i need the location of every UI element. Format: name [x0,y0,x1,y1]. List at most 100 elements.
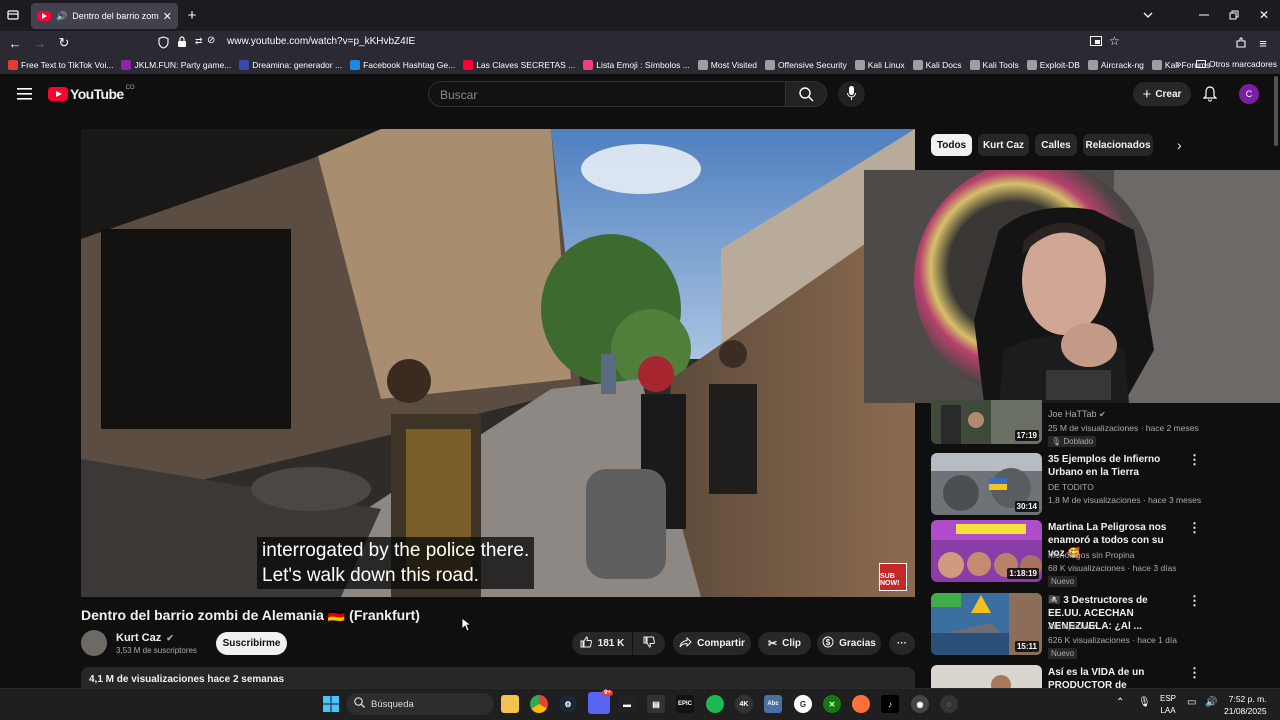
epic-games-icon[interactable]: EPIC [676,695,694,713]
related-thumbnail-5[interactable] [931,665,1042,688]
restore-window-icon[interactable] [1227,8,1241,22]
windows-start-icon[interactable] [323,696,339,717]
video-player[interactable] [81,129,915,597]
chips-next-chevron-icon[interactable]: › [1177,137,1182,153]
subscribe-now-watermark[interactable]: SUB NOW! [879,563,907,591]
search-input[interactable]: Buscar [428,81,786,107]
channel-avatar[interactable] [81,630,107,656]
other-bookmarks[interactable]: Otros marcadores [1196,59,1277,69]
obs-studio-icon[interactable]: ◉ [911,695,929,713]
related-title-2[interactable]: 35 Ejemplos de Infierno Urbano en la Tie… [1048,453,1178,479]
list-all-tabs-chevron-icon[interactable] [1141,8,1155,22]
network-icon[interactable]: ▭ [1187,697,1196,708]
related-thumbnail-3[interactable]: 1:18:19 [931,520,1042,582]
shield-icon[interactable] [158,36,169,52]
create-button[interactable]: + Crear [1133,82,1191,106]
new-tab-icon[interactable]: + [185,7,199,24]
discord-icon[interactable]: 9+ [588,690,613,714]
spotify-icon[interactable] [706,695,724,713]
guide-menu-icon[interactable] [17,87,32,100]
search-button[interactable] [785,81,827,107]
volume-icon[interactable]: 🔊 [1205,697,1217,708]
clip-button[interactable]: ✂ Clip [758,632,811,655]
bookmark-item[interactable]: Dreamina: generador ... [239,60,342,70]
more-bookmarks-chevron-icon[interactable]: » [1176,59,1182,70]
bookmark-item[interactable]: Kali Linux [854,60,905,70]
permissions-icon[interactable]: ⇄ [195,36,203,47]
voice-search-button[interactable] [838,81,865,107]
related-channel-2[interactable]: DE TODITO [1048,482,1094,492]
firefox-icon[interactable] [852,695,870,713]
github-desktop-icon[interactable]: G [794,695,812,713]
bookmark-item[interactable]: Kali Docs [912,60,962,70]
share-button[interactable]: Compartir [673,632,751,655]
related-title-5[interactable]: Así es la VIDA de un PRODUCTOR de MAR1HU… [1048,666,1178,688]
dislike-button[interactable] [633,632,665,655]
chip-calles[interactable]: Calles [1035,134,1077,156]
bookmark-item[interactable]: Offensive Security [764,60,847,70]
picture-in-picture-icon[interactable] [1090,36,1102,50]
close-window-icon[interactable]: ✕ [1257,8,1271,22]
chip-relacionados[interactable]: Relacionados [1083,134,1153,156]
speaker-icon[interactable]: 🔊 [56,11,67,22]
page-scrollbar[interactable] [1274,76,1278,146]
lock-icon[interactable] [177,36,187,51]
related-thumbnail-4[interactable]: 15:11 [931,593,1042,655]
tiktok-icon[interactable]: ♪ [881,695,899,713]
related-menu-icon[interactable]: ⋮ [1188,452,1201,468]
menu-hamburger-icon[interactable]: ≡ [1256,36,1270,51]
account-avatar[interactable]: C [1239,84,1259,104]
forward-arrow-icon[interactable]: → [33,36,47,51]
chrome-icon[interactable] [530,695,548,713]
notifications-bell-icon[interactable] [1202,86,1218,107]
chip-todos[interactable]: Todos [931,134,972,156]
bookmark-item[interactable]: Free Text to TikTok Voi... [8,60,113,70]
close-tab-icon[interactable]: ✕ [163,10,172,23]
thanks-button[interactable]: $ Gracias [817,632,881,655]
app-tray-icon[interactable]: ◌ [940,695,958,713]
related-thumbnail-2[interactable]: 30:14 [931,453,1042,515]
file-explorer-icon[interactable] [501,695,519,713]
bookmark-item[interactable]: Most Visited [697,60,757,70]
related-channel-3[interactable]: Monólogos sin Propina [1048,550,1134,560]
minimize-window-icon[interactable] [1197,8,1211,22]
chip-kurt-caz[interactable]: Kurt Caz [978,134,1029,156]
bookmark-item[interactable]: Facebook Hashtag Ge... [350,60,455,70]
related-menu-icon[interactable]: ⋮ [1188,520,1201,536]
like-button[interactable]: 181 K [572,632,632,655]
tracking-protection-icon[interactable]: ⊘ [207,35,215,46]
related-channel-1[interactable]: Joe HaTTab ✔ [1048,409,1106,419]
youtube-logo[interactable]: YouTube CO [48,85,135,102]
related-menu-icon[interactable]: ⋮ [1188,665,1201,681]
bookmark-item[interactable]: JKLM.FUN: Party game... [121,60,231,70]
bookmark-star-icon[interactable]: ☆ [1109,34,1120,48]
address-bar[interactable]: ⇄ ⊘ www.youtube.com/watch?v=p_kKHvbZ4IE … [152,33,1128,53]
media-player-icon[interactable]: ▤ [647,695,665,713]
subscribe-button[interactable]: Suscribirme [216,632,287,655]
xbox-icon[interactable]: ✕ [823,695,841,713]
terminal-icon[interactable]: ▬ [618,695,636,713]
tab-list-icon[interactable] [6,8,20,22]
extensions-icon[interactable] [1234,36,1248,50]
related-channel-4[interactable]: Armapedia ✔ [1048,621,1098,631]
back-arrow-icon[interactable]: ← [8,36,22,51]
bookmark-item[interactable]: Aircrack-ng [1087,60,1144,70]
system-clock[interactable]: 7:52 p. m. 21/08/2025 [1224,693,1267,717]
show-hidden-icons-chevron-icon[interactable]: ⌃ [1116,697,1124,708]
input-language[interactable]: ESP LAA [1160,693,1176,717]
microphone-tray-icon[interactable]: 🎙 [1138,697,1151,708]
dictionary-app-icon[interactable]: Abc [764,695,782,713]
more-actions-button[interactable]: ··· [889,632,915,655]
browser-tab-active[interactable]: 🔊 Dentro del barrio zombi de ✕ [31,3,178,29]
related-menu-icon[interactable]: ⋮ [1188,593,1201,609]
channel-name[interactable]: Kurt Caz ✔ [116,632,174,644]
steam-icon[interactable]: ⚙ [559,695,577,713]
bookmark-item[interactable]: Exploit-DB [1026,60,1080,70]
bookmark-item[interactable]: Las Claves SECRETAS ... [463,60,575,70]
related-thumbnail-1[interactable]: 17:19 [931,400,1042,444]
4k-downloader-icon[interactable]: 4K [735,695,753,713]
url-text[interactable]: www.youtube.com/watch?v=p_kKHvbZ4IE [227,36,415,47]
bookmark-item[interactable]: Lista Emoji : Símbolos ... [583,60,690,70]
reload-icon[interactable]: ↻ [57,35,71,50]
bookmark-item[interactable]: Kali Tools [969,60,1019,70]
